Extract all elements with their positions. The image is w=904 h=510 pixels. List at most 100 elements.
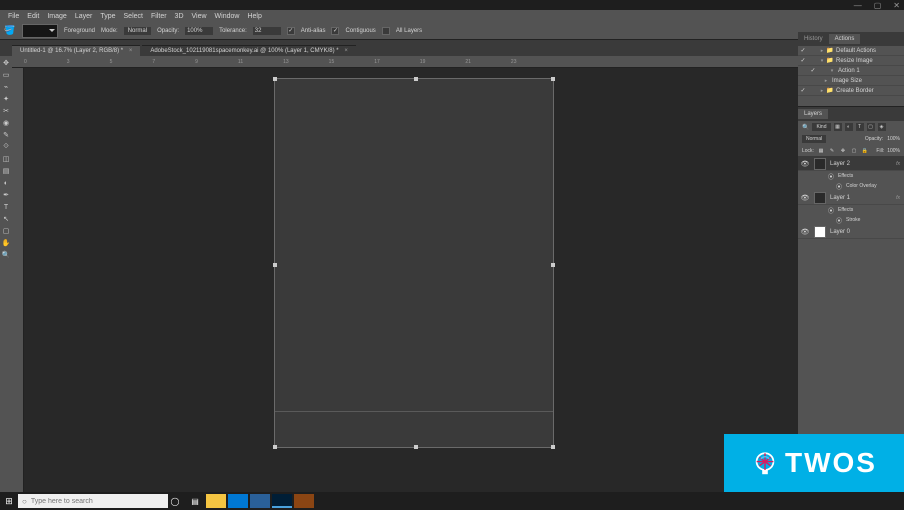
disclosure-icon[interactable]: ▾ [818, 58, 826, 64]
visibility-icon[interactable]: 👁 [800, 228, 810, 236]
canvas-area[interactable] [24, 68, 798, 494]
menu-file[interactable]: File [8, 13, 19, 20]
layer-name[interactable]: Layer 0 [830, 229, 904, 235]
artboard[interactable] [274, 78, 554, 448]
document-tab-1[interactable]: Untitled-1 @ 16.7% (Layer 2, RGB/8) * × [12, 45, 140, 56]
menu-view[interactable]: View [192, 13, 207, 20]
path-tool-icon[interactable]: ↖ [1, 214, 11, 224]
menu-image[interactable]: Image [47, 13, 66, 20]
menu-help[interactable]: Help [247, 13, 261, 20]
effect-toggle-icon[interactable]: ⦿ [836, 182, 842, 191]
effects-toggle-icon[interactable]: ⦿ [828, 172, 834, 181]
wand-tool-icon[interactable]: ✦ [1, 94, 11, 104]
toggle-check-icon[interactable]: ✓ [798, 87, 808, 94]
layer-thumbnail[interactable] [814, 226, 826, 238]
action-action1[interactable]: ✓ ▾ Action 1 [798, 66, 904, 76]
menu-3d[interactable]: 3D [175, 13, 184, 20]
filter-smart-icon[interactable]: ◈ [878, 123, 886, 131]
fx-badge[interactable]: fx [896, 161, 904, 167]
transform-handle[interactable] [273, 263, 277, 267]
layer-name[interactable]: Layer 1 [830, 195, 896, 201]
transform-handle[interactable] [551, 263, 555, 267]
menu-filter[interactable]: Filter [151, 13, 167, 20]
transform-handle[interactable] [414, 77, 418, 81]
layer-opacity-value[interactable]: 100% [887, 136, 900, 142]
action-set-default[interactable]: ✓ ▸ 📁 Default Actions [798, 46, 904, 56]
layer1-stroke[interactable]: ⦿ Stroke [798, 215, 904, 225]
taskview-icon[interactable]: ▤ [188, 494, 202, 508]
layer-thumbnail[interactable] [814, 192, 826, 204]
shape-tool-icon[interactable]: ▢ [1, 226, 11, 236]
opacity-input[interactable]: 100% [185, 27, 213, 35]
transform-handle[interactable] [414, 445, 418, 449]
taskbar-search[interactable]: ○ [18, 494, 168, 508]
lock-position-icon[interactable]: ✥ [839, 147, 847, 155]
blend-mode-select[interactable]: Normal [802, 135, 826, 143]
maximize-button[interactable]: ▢ [874, 1, 882, 10]
layers-tab[interactable]: Layers [798, 109, 828, 119]
transform-handle[interactable] [273, 445, 277, 449]
search-input[interactable] [31, 498, 151, 505]
close-tab-icon[interactable]: × [344, 48, 348, 54]
cortana-icon[interactable]: ◯ [168, 494, 182, 508]
transform-handle[interactable] [551, 77, 555, 81]
gradient-tool-icon[interactable]: ▤ [1, 166, 11, 176]
app-store-icon[interactable] [250, 494, 270, 508]
filter-shape-icon[interactable]: ▢ [867, 123, 875, 131]
selection-box[interactable] [275, 411, 553, 447]
stamp-tool-icon[interactable]: ⟐ [1, 142, 11, 152]
start-button[interactable]: ⊞ [0, 492, 18, 510]
move-tool-icon[interactable]: ✥ [1, 58, 11, 68]
disclosure-icon[interactable]: ▾ [828, 68, 836, 74]
text-tool-icon[interactable]: T [1, 202, 11, 212]
marquee-tool-icon[interactable]: ▭ [1, 70, 11, 80]
filter-adjust-icon[interactable]: ◐ [845, 123, 853, 131]
layer-row-layer0[interactable]: 👁 Layer 0 [798, 225, 904, 239]
fx-badge[interactable]: fx [896, 195, 904, 201]
mode-select[interactable]: Normal [124, 27, 151, 35]
disclosure-icon[interactable]: ▸ [822, 78, 830, 84]
minimize-button[interactable]: — [854, 1, 862, 10]
toggle-check-icon[interactable]: ✓ [798, 47, 808, 54]
blur-tool-icon[interactable]: ◐ [1, 178, 11, 188]
visibility-icon[interactable]: 👁 [800, 194, 810, 202]
close-window-button[interactable]: ✕ [893, 1, 900, 10]
foreground-swatch[interactable] [22, 24, 58, 38]
hand-tool-icon[interactable]: ✋ [1, 238, 11, 248]
history-tab[interactable]: History [798, 34, 829, 44]
contiguous-checkbox[interactable]: ✓ [331, 27, 339, 35]
filter-type-icon[interactable]: T [856, 123, 864, 131]
layer-thumbnail[interactable] [814, 158, 826, 170]
app-photoshop-icon[interactable] [272, 494, 292, 508]
layer2-effects[interactable]: ⦿ Effects [798, 171, 904, 181]
menu-layer[interactable]: Layer [75, 13, 93, 20]
pen-tool-icon[interactable]: ✒ [1, 190, 11, 200]
transform-handle[interactable] [273, 77, 277, 81]
app-other-icon[interactable] [294, 494, 314, 508]
menu-edit[interactable]: Edit [27, 13, 39, 20]
visibility-icon[interactable]: 👁 [800, 160, 810, 168]
action-imagesize[interactable]: ▸ Image Size [798, 76, 904, 86]
app-explorer-icon[interactable] [206, 494, 226, 508]
antialias-checkbox[interactable]: ✓ [287, 27, 295, 35]
layer-row-layer1[interactable]: 👁 Layer 1 fx [798, 191, 904, 205]
toggle-check-icon[interactable]: ✓ [808, 67, 818, 74]
search-icon[interactable]: 🔍 [802, 124, 809, 131]
eyedropper-tool-icon[interactable]: ◉ [1, 118, 11, 128]
layer-fill-value[interactable]: 100% [887, 148, 900, 154]
actions-tab[interactable]: Actions [829, 34, 861, 44]
menu-select[interactable]: Select [124, 13, 143, 20]
layer-row-layer2[interactable]: 👁 Layer 2 fx [798, 157, 904, 171]
layer1-effects[interactable]: ⦿ Effects [798, 205, 904, 215]
lock-brush-icon[interactable]: ✎ [828, 147, 836, 155]
effect-toggle-icon[interactable]: ⦿ [836, 216, 842, 225]
filter-pixel-icon[interactable]: ▦ [834, 123, 842, 131]
action-set-createborder[interactable]: ✓ ▸ 📁 Create Border [798, 86, 904, 96]
lock-artboard-icon[interactable]: ▢ [850, 147, 858, 155]
app-edge-icon[interactable] [228, 494, 248, 508]
close-tab-icon[interactable]: × [129, 48, 133, 54]
disclosure-icon[interactable]: ▸ [818, 88, 826, 94]
toggle-check-icon[interactable]: ✓ [798, 57, 808, 64]
transform-handle[interactable] [551, 445, 555, 449]
menu-window[interactable]: Window [215, 13, 240, 20]
